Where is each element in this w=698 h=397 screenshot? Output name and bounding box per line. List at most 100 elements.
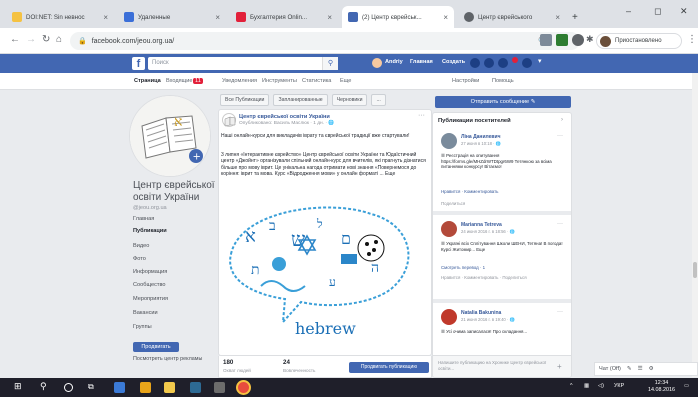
reload-icon[interactable]: ↻ <box>42 34 50 45</box>
messenger-icon[interactable] <box>484 58 494 68</box>
address-bar[interactable]: 🔒 facebook.com/jeou.org.ua/ 🔍 ☆ <box>70 32 580 50</box>
contacts-icon[interactable]: ☰ <box>638 366 643 372</box>
cortana-icon[interactable] <box>64 383 73 392</box>
view-ads-center-link[interactable]: Посмотреть центр рекламы <box>133 356 202 362</box>
boost-post-button[interactable]: Продвигать публикацию <box>349 362 429 373</box>
new-tab-button[interactable]: + <box>570 6 584 28</box>
visitor-post-share[interactable]: Поделиться <box>441 201 465 206</box>
app-icon[interactable] <box>140 382 151 393</box>
minimize-button[interactable]: – <box>626 6 631 16</box>
browser-tab-2[interactable]: Бухгалтерия Onlin... × <box>230 6 338 28</box>
scrollbar-thumb[interactable] <box>693 262 697 278</box>
post-options-icon[interactable]: ··· <box>418 112 425 119</box>
page-title[interactable]: Центр єврейської освіти України <box>133 180 218 204</box>
page-nav-notifications[interactable]: Уведомления <box>222 78 257 84</box>
browser-tab-4[interactable]: Центр єврейського × <box>458 6 566 28</box>
avatar[interactable] <box>372 58 382 68</box>
post-author-avatar[interactable] <box>222 113 236 127</box>
menu-dots-icon[interactable]: ⋮ <box>687 34 697 45</box>
compose-icon[interactable]: ✎ <box>627 366 632 372</box>
browser-tab-1[interactable]: Удаленные × <box>118 6 226 28</box>
visitor-post-translation[interactable]: Смотреть перевод · 1 <box>441 265 485 270</box>
nav-profile[interactable]: Andriy <box>385 59 403 65</box>
tab-all-posts[interactable]: Все Публикации <box>220 94 270 106</box>
store-icon[interactable] <box>114 382 125 393</box>
page-nav-inbox[interactable]: Входящие <box>166 78 193 84</box>
write-visitor-post-box[interactable]: Напишите публикацию на Хронике Центр євр… <box>433 355 571 377</box>
task-view-icon[interactable]: ⧉ <box>88 382 99 393</box>
page-profile-picture[interactable]: א + <box>130 96 210 176</box>
page-nav-more[interactable]: Еще <box>340 78 351 84</box>
tab-close-icon[interactable]: × <box>327 13 332 22</box>
post-options-icon[interactable]: ··· <box>557 133 563 139</box>
extension-icon[interactable] <box>540 34 552 46</box>
page-nav-stats[interactable]: Статистика <box>302 78 331 84</box>
scrollbar[interactable] <box>692 73 698 377</box>
visitor-post-author[interactable]: Natalia Bakunina <box>461 310 501 316</box>
notifications-icon[interactable] <box>498 58 508 68</box>
tab-scheduled[interactable]: Запланированные <box>273 94 328 106</box>
tab-close-icon[interactable]: × <box>555 13 560 22</box>
windows-start-icon[interactable]: ⊞ <box>14 381 25 392</box>
app-icon[interactable] <box>214 382 225 393</box>
page-nav-page[interactable]: Страница <box>134 78 161 84</box>
search-icon[interactable]: ⚲ <box>40 381 51 392</box>
tab-close-icon[interactable]: × <box>103 13 108 22</box>
send-message-button[interactable]: Отправить сообщение ✎ <box>435 96 571 108</box>
chevron-up-icon[interactable]: ^ <box>570 383 573 389</box>
nav-home[interactable]: Главная <box>410 59 433 65</box>
account-menu-icon[interactable]: ▾ <box>538 57 542 65</box>
left-nav-groups[interactable]: Группы <box>133 324 152 330</box>
tab-more[interactable]: ... <box>371 94 386 106</box>
left-nav-posts[interactable]: Публикации <box>133 228 167 234</box>
profile-button[interactable]: Приостановлено <box>596 33 682 49</box>
add-icon[interactable]: + <box>557 362 562 371</box>
tab-close-icon[interactable]: × <box>215 13 220 22</box>
page-handle[interactable]: @jeou.org.ua <box>133 205 167 211</box>
avatar[interactable] <box>441 309 457 325</box>
post-options-icon[interactable]: ··· <box>557 309 563 315</box>
help-icon[interactable] <box>522 58 532 68</box>
notifications-icon[interactable]: ▭ <box>684 383 689 389</box>
browser-tab-0[interactable]: DOI:NET: Sin невнос × <box>6 6 114 28</box>
left-nav-about[interactable]: Информация <box>133 269 167 275</box>
visitor-post-author[interactable]: Ліна Данилевич <box>461 134 500 140</box>
facebook-logo[interactable]: f <box>132 57 145 70</box>
left-nav-photos[interactable]: Фото <box>133 256 146 262</box>
settings-icon[interactable]: ⚙ <box>649 366 654 372</box>
tab-drafts[interactable]: Черновики <box>331 94 368 106</box>
post-options-icon[interactable]: ··· <box>557 221 563 227</box>
avatar[interactable] <box>441 133 457 149</box>
page-nav-help[interactable]: Помощь <box>492 78 514 84</box>
post-image[interactable]: א ב ש ל ם ת ה ע hebrew <box>221 194 429 344</box>
page-nav-settings[interactable]: Настройки <box>452 78 479 84</box>
visitor-post-actions[interactable]: Нравится · Комментировать · Поделиться <box>441 275 567 281</box>
back-arrow-icon[interactable]: ← <box>10 34 20 45</box>
visitor-post-actions[interactable]: Нравится · Комментировать <box>441 189 498 194</box>
post-author-name[interactable]: Центр єврейської освіти України <box>239 114 330 120</box>
extension-icon[interactable] <box>572 34 584 46</box>
left-nav-home[interactable]: Главная <box>133 216 154 222</box>
avatar[interactable] <box>441 221 457 237</box>
search-input[interactable]: Поиск <box>148 57 338 70</box>
forward-arrow-icon[interactable]: → <box>26 34 36 45</box>
app-icon[interactable] <box>190 382 201 393</box>
promote-button[interactable]: Продвигать <box>133 342 179 352</box>
system-clock[interactable]: 12:34 14.08.2016 <box>648 380 675 394</box>
left-nav-jobs[interactable]: Вакансии <box>133 310 158 316</box>
browser-tab-3[interactable]: (2) Центр єврейськ... × <box>342 6 454 28</box>
file-explorer-icon[interactable] <box>164 382 175 393</box>
chrome-icon[interactable] <box>238 382 249 393</box>
search-icon[interactable]: ⚲ <box>322 57 338 70</box>
nav-create[interactable]: Создать <box>442 59 465 65</box>
network-icon[interactable]: ▦ <box>584 383 589 389</box>
maximize-button[interactable]: ◻ <box>654 6 661 17</box>
close-window-button[interactable]: ✕ <box>680 6 688 17</box>
chat-bar[interactable]: Чат (Off) ✎ ☰ ⚙ <box>594 362 698 376</box>
extension-icon[interactable] <box>556 34 568 46</box>
tab-close-icon[interactable]: × <box>443 13 448 22</box>
page-nav-tools[interactable]: Инструменты <box>262 78 297 84</box>
friend-requests-icon[interactable] <box>470 58 480 68</box>
left-nav-videos[interactable]: Видео <box>133 243 149 249</box>
volume-icon[interactable]: ◁) <box>598 383 604 389</box>
